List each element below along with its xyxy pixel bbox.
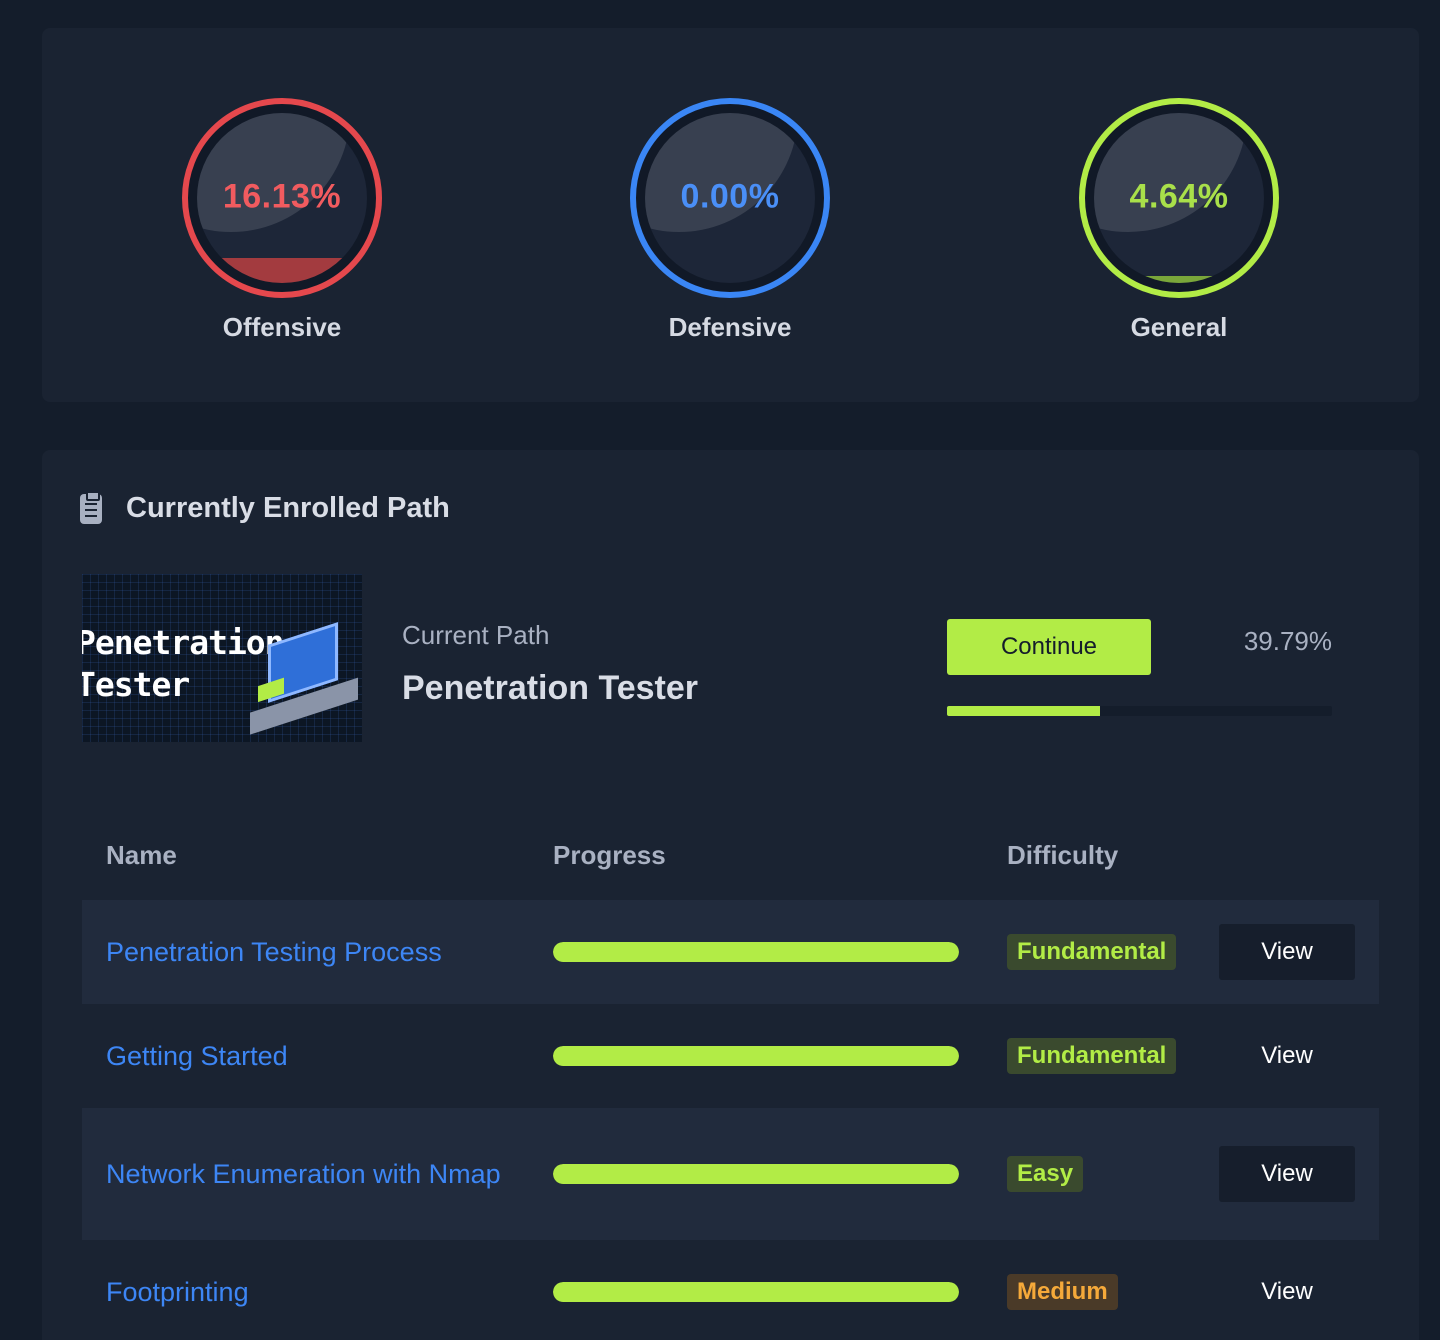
defensive-percent: 0.00%: [680, 177, 780, 216]
general-percent: 4.64%: [1129, 177, 1229, 216]
table-row: Penetration Testing Process Fundamental …: [82, 900, 1379, 1004]
modules-table: Penetration Testing Process Fundamental …: [82, 900, 1379, 1340]
view-button[interactable]: View: [1219, 1264, 1355, 1320]
difficulty-badge: Fundamental: [1007, 1038, 1177, 1074]
general-label: General: [1130, 312, 1228, 342]
module-progress-bar: [553, 1164, 959, 1184]
defensive-stat: 0.00% Defensive: [610, 98, 850, 358]
offensive-progress-ring: 16.13%: [182, 98, 382, 298]
difficulty-badge: Fundamental: [1007, 934, 1177, 970]
module-link[interactable]: Penetration Testing Process: [106, 931, 506, 973]
path-progress-bar: [947, 706, 1332, 716]
difficulty-badge: Medium: [1007, 1274, 1118, 1310]
view-button[interactable]: View: [1219, 1146, 1355, 1202]
table-row: Footprinting Medium View: [82, 1240, 1379, 1340]
module-link[interactable]: Network Enumeration with Nmap: [106, 1153, 506, 1195]
general-stat: 4.64% General: [1059, 98, 1299, 358]
column-header-name: Name: [106, 840, 177, 870]
defensive-progress-ring: 0.00%: [630, 98, 830, 298]
section-title: Currently Enrolled Path: [126, 492, 450, 524]
view-button[interactable]: View: [1219, 924, 1355, 980]
path-thumbnail[interactable]: Penetration Tester: [82, 574, 362, 742]
module-progress-bar: [553, 1282, 959, 1302]
clipboard-icon: [80, 490, 102, 524]
module-progress-bar: [553, 942, 959, 962]
path-meta: Current Path Penetration Tester: [402, 620, 698, 708]
table-row: Getting Started Fundamental View: [82, 1004, 1379, 1108]
section-header: Currently Enrolled Path: [80, 490, 450, 525]
modules-table-header: Name Progress Difficulty: [82, 840, 1379, 880]
current-path-label: Current Path: [402, 620, 550, 650]
view-button[interactable]: View: [1219, 1028, 1355, 1084]
enrolled-path-card: Currently Enrolled Path Penetration Test…: [42, 450, 1419, 1340]
column-header-difficulty: Difficulty: [1007, 840, 1119, 870]
offensive-stat: 16.13% Offensive: [162, 98, 402, 358]
offensive-label: Offensive: [222, 312, 342, 342]
difficulty-badge: Easy: [1007, 1156, 1084, 1192]
offensive-ring-fill: [197, 258, 367, 283]
continue-button[interactable]: Continue: [947, 619, 1151, 675]
general-progress-ring: 4.64%: [1079, 98, 1279, 298]
path-progress-percent: 39.79%: [1243, 626, 1332, 656]
defensive-label: Defensive: [668, 312, 792, 342]
path-progress-fill: [947, 706, 1101, 716]
general-ring-fill: [1094, 275, 1264, 283]
path-name[interactable]: Penetration Tester: [402, 669, 698, 708]
column-header-progress: Progress: [553, 840, 666, 870]
offensive-percent: 16.13%: [222, 177, 342, 216]
module-progress-bar: [553, 1046, 959, 1066]
skill-stats-card: 16.13% Offensive 0.00% Defensive 4.64% G…: [42, 28, 1419, 402]
module-link[interactable]: Getting Started: [106, 1035, 506, 1077]
table-row: Network Enumeration with Nmap Easy View: [82, 1108, 1379, 1240]
module-link[interactable]: Footprinting: [106, 1271, 506, 1313]
